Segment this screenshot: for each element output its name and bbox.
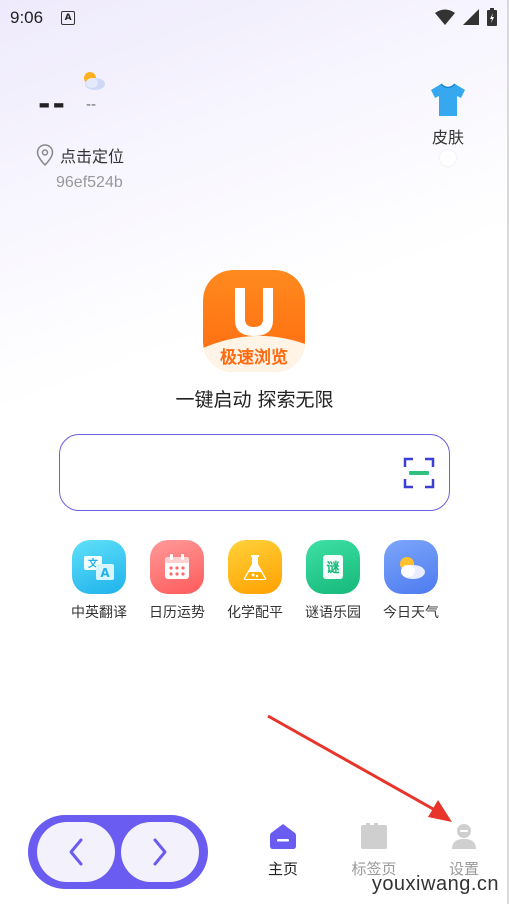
nav-pill (28, 815, 208, 889)
watermark: youxiwang.cn (371, 873, 499, 895)
chevron-right-icon (153, 838, 167, 866)
weather-description: -- (86, 97, 97, 113)
partly-cloudy-icon (84, 72, 105, 90)
device-code: 96ef524b (56, 174, 123, 191)
notification-icon: A (61, 11, 76, 25)
skin-indicator (440, 150, 456, 166)
scan-icon[interactable] (403, 457, 435, 489)
tool-riddle[interactable]: 谜 谜语乐园 (294, 540, 372, 622)
tool-calendar[interactable]: 日历运势 (138, 540, 216, 622)
tab-home[interactable]: 主页 (253, 822, 313, 879)
flask-icon (228, 540, 282, 594)
logo-text: 极速浏览 (220, 347, 288, 368)
location-pin-icon (36, 144, 54, 166)
wifi-icon (435, 9, 455, 25)
status-time: 9:06 (10, 8, 44, 27)
forward-button[interactable] (121, 822, 199, 882)
tool-label: 化学配平 (227, 605, 283, 621)
chevron-left-icon (69, 838, 83, 866)
calendar-icon (150, 540, 204, 594)
riddle-icon: 谜 (306, 540, 360, 594)
tool-weather[interactable]: 今日天气 (372, 540, 450, 622)
status-bar: 9:06 A (0, 0, 509, 36)
tab-tabs[interactable]: 标签页 (344, 822, 404, 879)
home-icon (270, 824, 296, 849)
tool-label: 中英翻译 (71, 605, 127, 621)
tool-label: 谜语乐园 (305, 605, 361, 621)
tshirt-icon (431, 83, 465, 116)
battery-icon (487, 8, 497, 26)
user-icon (452, 824, 476, 849)
tab-settings[interactable]: 设置 (434, 822, 494, 879)
location-label: 点击定位 (60, 147, 125, 166)
search-input[interactable] (59, 434, 450, 511)
tool-label: 今日天气 (383, 605, 439, 621)
location-button[interactable]: 点击定位 (36, 143, 124, 167)
translate-icon: 文 A (72, 540, 126, 594)
signal-icon (463, 9, 479, 25)
skin-label: 皮肤 (431, 128, 464, 147)
back-button[interactable] (37, 822, 115, 882)
app-logo: 极速浏览 (203, 270, 305, 372)
skin-button[interactable]: 皮肤 (420, 82, 476, 166)
svg-text:谜: 谜 (326, 560, 340, 576)
tool-label: 日历运势 (149, 605, 205, 621)
status-icons (435, 8, 497, 26)
tab-home-label: 主页 (267, 860, 298, 878)
svg-text:A: A (100, 566, 110, 580)
tool-chemistry[interactable]: 化学配平 (216, 540, 294, 622)
weather-temperature[interactable]: -- (38, 90, 67, 120)
slogan: 一键启动 探索无限 (175, 389, 334, 411)
tabs-icon (361, 823, 387, 849)
weather-icon (384, 540, 438, 594)
tool-translate[interactable]: 文 A 中英翻译 (60, 540, 138, 622)
tool-grid: 文 A 中英翻译 日历运势 化学配平 谜 谜语乐园 今日天气 (60, 540, 450, 622)
